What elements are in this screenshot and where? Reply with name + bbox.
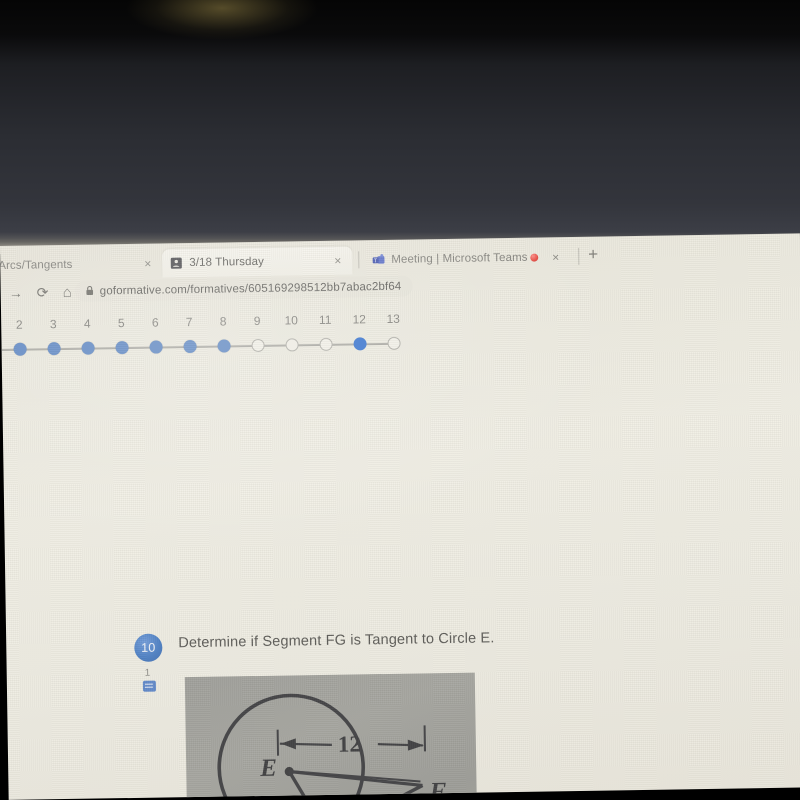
tab-title: Meeting | Microsoft Teams [391,251,528,266]
progress-dot-13[interactable] [386,336,401,350]
progress-number-9: 9 [253,313,261,329]
dimension-arrow-left [280,738,296,750]
close-icon[interactable]: × [144,257,151,271]
forward-arrow-icon[interactable]: → [9,285,23,301]
progress-number-4: 4 [83,316,91,331]
comment-icon[interactable] [142,680,157,692]
question-progress-rail: 12345678910111213 [0,311,420,360]
progress-number-12: 12 [352,312,366,327]
length-radius-6: 6 [277,793,289,800]
progress-number-2: 2 [15,317,23,332]
browser-tab-thursday[interactable]: 3/18 Thursday × [162,246,353,278]
length-ef-12: 12 [337,731,362,757]
comment-count: 1 [144,667,151,679]
browser-tab-arcs-tangents[interactable]: Arcs/Tangents × [0,249,161,280]
progress-dot-7[interactable] [183,339,197,354]
progress-number-10: 10 [284,313,298,328]
progress-number-13: 13 [386,311,400,326]
segment-ef-secondary [294,770,421,783]
url-text: goformative.com/formatives/605169298512b… [99,280,402,297]
reload-icon[interactable]: ⟳ [37,284,49,301]
tab-title: 3/18 Thursday [189,255,264,270]
question-number-badge: 10 [134,633,163,662]
browser-tab-microsoft-teams[interactable]: T Meeting | Microsoft Teams × [364,243,569,274]
new-tab-button[interactable]: + [588,245,598,265]
label-e: E [260,754,278,782]
calendar-icon [170,257,182,269]
progress-dot-4[interactable] [81,341,95,355]
question-prompt: Determine if Segment FG is Tangent to Ci… [178,630,495,652]
progress-dot-10[interactable] [284,338,299,352]
progress-number-5: 5 [117,316,125,331]
geometry-figure-image: E G F 6 12 10 [184,672,478,800]
address-bar[interactable]: goformative.com/formatives/605169298512b… [74,275,413,302]
progress-number-7: 7 [185,314,193,330]
progress-dot-11[interactable] [318,337,333,351]
home-icon[interactable]: ⌂ [63,284,72,301]
progress-dot-12[interactable] [352,337,367,351]
tab-title: Arcs/Tangents [0,258,73,273]
progress-number-8: 8 [219,314,227,329]
progress-number-3: 3 [49,317,57,332]
progress-number-11: 11 [318,312,332,327]
recording-indicator-icon [530,253,539,262]
progress-dot-3[interactable] [47,342,61,356]
close-icon[interactable]: × [334,254,341,268]
tab-separator [358,251,360,269]
progress-number-6: 6 [151,315,159,330]
tab-separator [578,247,580,265]
teams-icon: T [372,254,385,266]
dimension-arrow-right [407,739,424,751]
tangent-segment-gf [326,783,424,800]
progress-dot-6[interactable] [149,340,163,354]
label-f: F [429,778,447,800]
dark-room-background [0,0,800,248]
screenshot-root: Arcs/Tangents × 3/18 Thursday × T Meetin… [0,0,800,800]
laptop-screen: Arcs/Tangents × 3/18 Thursday × T Meetin… [0,233,800,800]
progress-dot-2[interactable] [13,342,27,356]
progress-dot-5[interactable] [115,341,129,355]
progress-dot-8[interactable] [216,339,231,353]
close-icon[interactable]: × [552,250,559,264]
progress-dot-9[interactable] [250,338,265,353]
lock-icon [86,285,94,297]
